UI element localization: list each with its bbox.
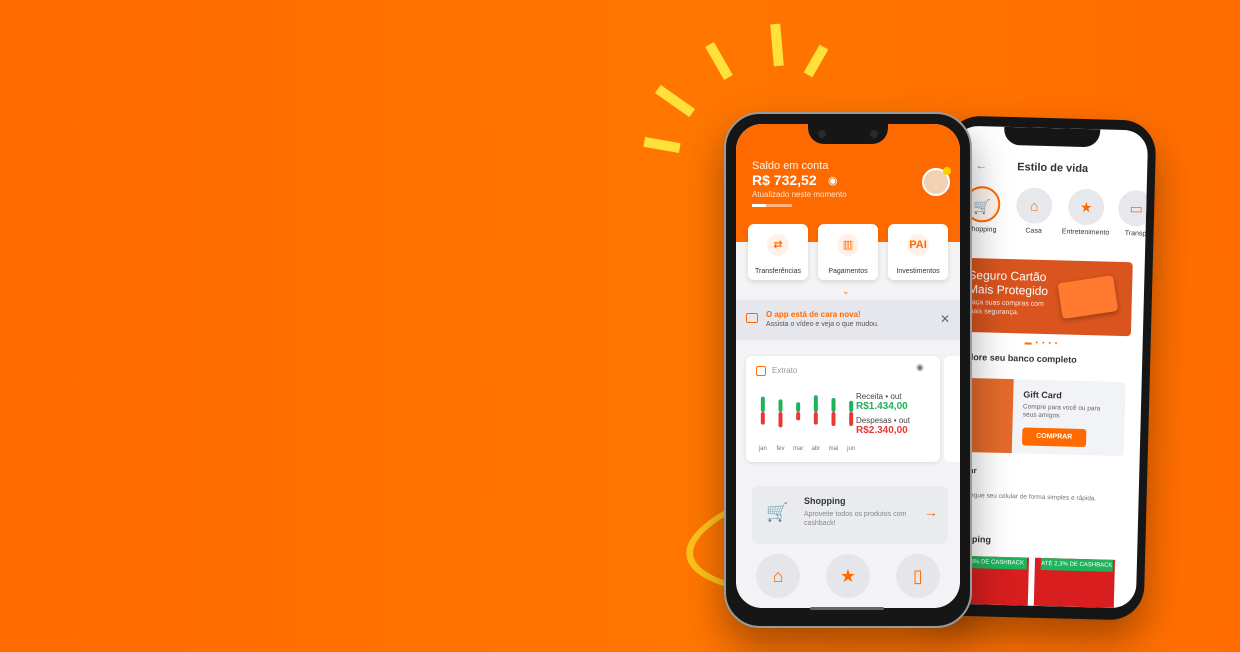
balance-label: Saldo em conta bbox=[752, 160, 829, 172]
expense-label: Despesas • out bbox=[856, 416, 910, 425]
cashback-badge: ATÉ 2,3% DE CASHBACK bbox=[1040, 557, 1114, 572]
ticket-icon: ★ bbox=[1067, 188, 1105, 226]
balance-progress bbox=[752, 204, 792, 207]
month-label: fev bbox=[776, 446, 784, 452]
sun-ray bbox=[705, 42, 733, 80]
quick-action-label: Pagamentos bbox=[828, 268, 868, 275]
statement-title: Extrato bbox=[772, 366, 798, 375]
offer-card[interactable]: ATÉ 2,3% DE CASHBACK bbox=[1033, 557, 1116, 608]
sun-ray bbox=[643, 136, 681, 154]
quick-action-investments[interactable]: PAI Investimentos bbox=[888, 224, 948, 280]
announcement-banner[interactable]: O app está de cara nova! Assista o vídeo… bbox=[736, 300, 960, 340]
quick-action-label: Transferências bbox=[754, 268, 802, 275]
pai-icon: PAI bbox=[907, 234, 929, 256]
eye-icon[interactable]: ◉ bbox=[828, 174, 838, 187]
income-bar bbox=[796, 402, 801, 412]
promo-title: Seguro Cartão Mais Protegido bbox=[967, 267, 1049, 299]
barcode-icon: ▥ bbox=[837, 234, 859, 256]
quick-action-label: Investimentos bbox=[896, 268, 940, 275]
category-transp[interactable]: ▭ Transp bbox=[1109, 189, 1149, 238]
sun-ray bbox=[803, 44, 829, 78]
buy-button[interactable]: COMPRAR bbox=[1021, 427, 1087, 448]
car-icon: ▭ bbox=[1117, 189, 1149, 227]
income-bar bbox=[831, 398, 836, 412]
income-value: R$1.434,00 bbox=[856, 401, 908, 412]
front-phone: Saldo em conta R$ 732,52 ◉ Atualizado ne… bbox=[724, 112, 972, 628]
next-card-peek[interactable] bbox=[944, 356, 960, 462]
expense-bar bbox=[849, 412, 854, 426]
month-label: jun bbox=[846, 446, 855, 452]
chevron-down-icon[interactable]: ⌄ bbox=[842, 286, 850, 297]
shopping-title: Shopping bbox=[804, 496, 846, 506]
section-title: Explore seu banco completo bbox=[954, 351, 1077, 365]
shopping-card[interactable]: 🛒 Shopping Aproveite todos os produtos c… bbox=[752, 486, 948, 544]
house-icon: ⌂ bbox=[1015, 187, 1053, 225]
transfer-icon: ⇄ bbox=[767, 234, 789, 256]
camera bbox=[870, 130, 878, 138]
promo-banner[interactable]: Seguro Cartão Mais Protegido Faça suas c… bbox=[954, 257, 1133, 337]
income-bar bbox=[849, 400, 854, 412]
month-label: abr bbox=[811, 446, 820, 452]
promo-subtitle: Faça suas compras com mais segurança. bbox=[967, 298, 1045, 317]
close-icon[interactable]: ✕ bbox=[940, 312, 950, 326]
expense-bar bbox=[813, 412, 818, 425]
avatar[interactable] bbox=[922, 167, 951, 196]
balance-updated: Atualizado neste momento bbox=[752, 190, 847, 199]
notch bbox=[1003, 126, 1101, 148]
back-phone-screen: ← Estilo de vida 🛒 Shopping ⌂ Casa ★ Ent… bbox=[941, 125, 1149, 609]
expense-bar bbox=[831, 412, 836, 426]
gift-card-subtitle: Compre para você ou para seus amigos. bbox=[1022, 403, 1101, 420]
back-arrow-icon[interactable]: ← bbox=[975, 158, 987, 172]
quick-action-transfer[interactable]: ⇄ Transferências bbox=[748, 224, 808, 280]
sun-ray bbox=[770, 23, 784, 67]
statement-chart: jan fev mar abr mai jun bbox=[758, 395, 855, 452]
camera bbox=[818, 130, 826, 138]
income-bar bbox=[760, 396, 765, 412]
announcement-subtitle: Assista o vídeo e veja o que mudou. bbox=[766, 321, 879, 328]
expense-bar bbox=[778, 412, 783, 428]
income-bar bbox=[778, 399, 783, 412]
home-indicator bbox=[810, 607, 884, 610]
house-icon[interactable]: ⌂ bbox=[756, 554, 800, 598]
ticket-icon[interactable]: ★ bbox=[826, 554, 870, 598]
front-phone-screen: Saldo em conta R$ 732,52 ◉ Atualizado ne… bbox=[736, 124, 960, 608]
quick-action-payments[interactable]: ▥ Pagamentos bbox=[818, 224, 878, 280]
credit-card-icon bbox=[1057, 275, 1119, 320]
balance-value: R$ 732,52 bbox=[752, 172, 817, 188]
arrow-right-icon[interactable]: → bbox=[924, 504, 938, 520]
month-label: jan bbox=[758, 446, 767, 452]
category-label: Transp bbox=[1124, 230, 1147, 238]
income-label: Receita • out bbox=[856, 392, 902, 401]
cart-icon: 🛒 bbox=[766, 502, 789, 522]
carousel-dots[interactable]: ▬ • • • • bbox=[1025, 339, 1059, 347]
shopping-subtitle: Aproveite todos os produtos com cashback… bbox=[804, 511, 907, 527]
category-casa[interactable]: ⌂ Casa bbox=[1007, 187, 1060, 235]
notch bbox=[808, 124, 888, 144]
income-bar bbox=[813, 395, 818, 412]
gift-card-title: Gift Card bbox=[1023, 389, 1062, 401]
phone-icon[interactable]: ▯ bbox=[896, 554, 940, 598]
category-entretenimento[interactable]: ★ Entretenimento bbox=[1059, 188, 1112, 237]
category-label: Entretenimento bbox=[1061, 228, 1110, 237]
expense-bar bbox=[760, 412, 765, 425]
expense-value: R$2.340,00 bbox=[856, 425, 908, 436]
month-label: mai bbox=[829, 446, 839, 452]
gift-card-item[interactable]: Gift Card Compre para você ou para seus … bbox=[951, 377, 1126, 457]
month-label: mar bbox=[793, 446, 803, 452]
eye-icon[interactable]: ◉ bbox=[916, 362, 924, 373]
recharge-subtitle: ...regue seu celular de forma simples e … bbox=[962, 491, 1097, 503]
statement-card[interactable]: Extrato ◉ jan fev mar abr mai jun Receita • o… bbox=[746, 356, 940, 462]
receipt-icon bbox=[756, 366, 766, 376]
expense-bar bbox=[796, 412, 801, 421]
page-title: Estilo de vida bbox=[1017, 161, 1089, 176]
video-icon bbox=[746, 313, 758, 323]
announcement-title: O app está de cara nova! bbox=[766, 310, 861, 319]
category-label: Casa bbox=[1025, 227, 1042, 235]
statement-legend: Receita • out R$1.434,00 Despesas • out … bbox=[856, 392, 910, 440]
progress-fill bbox=[752, 204, 766, 207]
sun-ray bbox=[654, 84, 696, 118]
